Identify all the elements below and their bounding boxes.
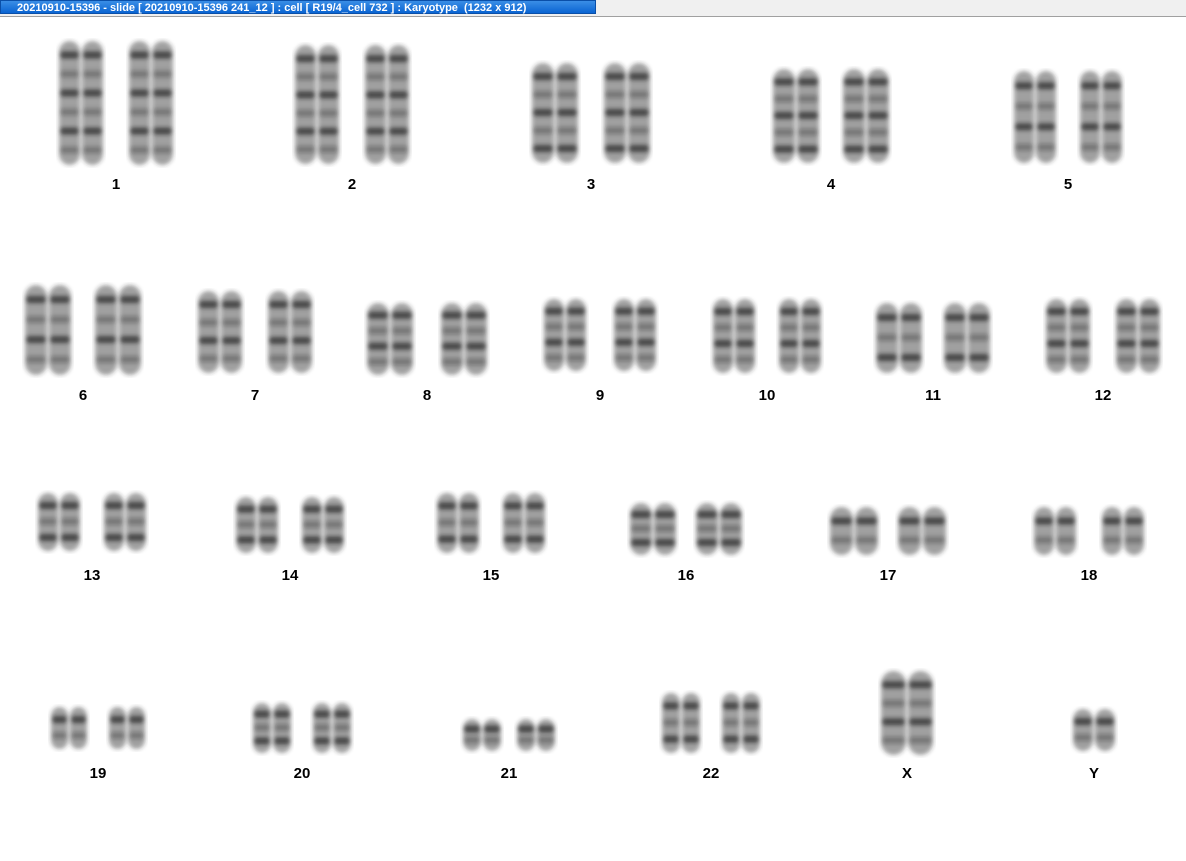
chromosome-image[interactable]	[770, 66, 822, 166]
chromosome-image[interactable]	[895, 504, 949, 558]
chromosome-image[interactable]	[101, 490, 149, 554]
chromosome-label: 16	[677, 567, 695, 584]
chromosome-image[interactable]	[500, 490, 548, 556]
karyotype-window: 20210910-15396 - slide [ 20210910-15396 …	[0, 0, 1186, 861]
window-title-tab[interactable]: 20210910-15396 - slide [ 20210910-15396 …	[0, 0, 596, 14]
chromosome-label: 1	[111, 176, 121, 193]
chromosome-label: 12	[1094, 387, 1112, 404]
chromosome-image[interactable]	[611, 296, 659, 374]
chromosome-label: 18	[1080, 567, 1098, 584]
chromosome-image[interactable]	[1113, 296, 1163, 376]
chromosome-image[interactable]	[827, 504, 881, 558]
chromosome-image[interactable]	[364, 300, 416, 378]
chromosome-label: 14	[281, 567, 299, 584]
chromosome-image[interactable]	[627, 500, 679, 558]
chromosome-image[interactable]	[292, 42, 342, 167]
chromosome-label: 3	[586, 176, 596, 193]
window-top-bar: 20210910-15396 - slide [ 20210910-15396 …	[0, 0, 1186, 17]
chromosome-label: 22	[702, 765, 720, 782]
chromosome-label: 6	[78, 387, 88, 404]
chromosome-image[interactable]	[362, 42, 412, 167]
chromosome-label: 21	[500, 765, 518, 782]
chromosome-image[interactable]	[106, 704, 148, 752]
chromosome-label: 19	[89, 765, 107, 782]
chromosome-image[interactable]	[126, 38, 176, 168]
chromosome-image[interactable]	[1077, 68, 1125, 166]
chromosome-label: 7	[250, 387, 260, 404]
chromosome-image[interactable]	[659, 690, 703, 756]
chromosome-image[interactable]	[710, 296, 758, 376]
chromosome-image[interactable]	[195, 288, 245, 376]
chromosome-label: 10	[758, 387, 776, 404]
chromosome-image[interactable]	[310, 700, 354, 756]
chromosome-image[interactable]	[250, 700, 294, 756]
chromosome-image[interactable]	[878, 668, 936, 758]
chromosome-image[interactable]	[434, 490, 482, 556]
chromosome-image[interactable]	[299, 494, 347, 556]
chromosome-image[interactable]	[1043, 296, 1093, 376]
chromosome-image[interactable]	[22, 282, 74, 378]
chromosome-image[interactable]	[541, 296, 589, 374]
chromosome-image[interactable]	[460, 716, 504, 754]
chromosome-label: 5	[1063, 176, 1073, 193]
chromosome-image[interactable]	[233, 494, 281, 556]
chromosome-image[interactable]	[601, 60, 653, 166]
chromosome-image[interactable]	[529, 60, 581, 166]
chromosome-label: 17	[879, 567, 897, 584]
chromosome-image[interactable]	[1011, 68, 1059, 166]
chromosome-image[interactable]	[35, 490, 83, 554]
chromosome-label: 11	[925, 387, 941, 404]
chromosome-image[interactable]	[693, 500, 745, 558]
chromosome-image[interactable]	[1099, 504, 1147, 558]
chromosome-image[interactable]	[438, 300, 490, 378]
chromosome-label: Y	[1088, 765, 1099, 782]
chromosome-image[interactable]	[514, 716, 558, 754]
chromosome-image[interactable]	[56, 38, 106, 168]
chromosome-label: 15	[482, 567, 500, 584]
chromosome-image[interactable]	[840, 66, 892, 166]
chromosome-label: 13	[83, 567, 101, 584]
chromosome-label: 4	[826, 176, 836, 193]
chromosome-label: 8	[422, 387, 432, 404]
chromosome-label: 9	[595, 387, 605, 404]
chromosome-image[interactable]	[92, 282, 144, 378]
chromosome-image[interactable]	[1070, 706, 1118, 754]
chromosome-label: X	[901, 765, 912, 782]
chromosome-image[interactable]	[48, 704, 90, 752]
chromosome-image[interactable]	[719, 690, 763, 756]
chromosome-image[interactable]	[1031, 504, 1079, 558]
chromosome-image[interactable]	[265, 288, 315, 376]
karyogram-canvas: 1 2 3 4 5 6 7 8 9 10 11 12 13 14 15 16 17 18 19 20 21 22 X Y	[0, 17, 1186, 861]
chromosome-image[interactable]	[873, 300, 925, 376]
chromosome-image[interactable]	[941, 300, 993, 376]
chromosome-label: 2	[347, 176, 357, 193]
chromosome-image[interactable]	[776, 296, 824, 376]
chromosome-label: 20	[293, 765, 311, 782]
